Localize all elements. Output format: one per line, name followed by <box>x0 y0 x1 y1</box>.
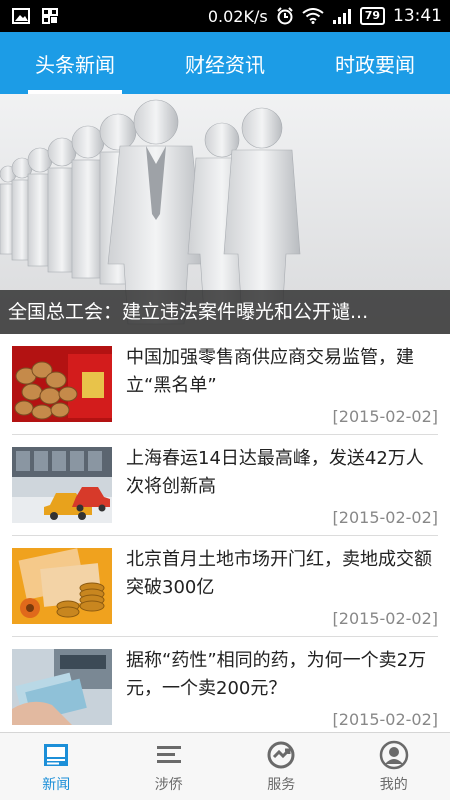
news-title: 上海春运14日达最高峰，发送42万人次将创新高 <box>126 448 424 497</box>
news-date: [2015-02-02] <box>332 609 438 628</box>
nav-service-label: 服务 <box>267 776 296 793</box>
image-icon <box>12 8 30 24</box>
news-date: [2015-02-02] <box>332 407 438 426</box>
tab-politics[interactable]: 时政要闻 <box>300 32 450 94</box>
list-icon <box>154 740 184 770</box>
nav-overseas-label: 涉侨 <box>154 776 183 793</box>
news-thumbnail-nuts <box>12 346 112 422</box>
news-item[interactable]: 据称“药性”相同的药，为何一个卖2万元，一个卖200元？ [2015-02-02… <box>12 637 438 738</box>
news-title: 据称“药性”相同的药，为何一个卖2万元，一个卖200元？ <box>126 650 427 699</box>
news-thumbnail-money <box>12 649 112 725</box>
status-bar: 0.02K/s 79 13:41 <box>0 0 450 32</box>
news-thumbnail-coins <box>12 548 112 624</box>
news-title: 中国加强零售商供应商交易监管，建立“黑名单” <box>126 347 414 396</box>
clock: 13:41 <box>393 6 442 26</box>
category-tabs: 头条新闻 财经资讯 时政要闻 <box>0 32 450 94</box>
news-title: 北京首月土地市场开门红，卖地成交额突破300亿 <box>126 549 432 598</box>
profile-icon <box>379 740 409 770</box>
service-icon <box>266 740 296 770</box>
hero-caption: 全国总工会：建立违法案件曝光和公开谴... <box>0 290 450 334</box>
nav-profile[interactable]: 我的 <box>338 733 450 800</box>
nav-service[interactable]: 服务 <box>225 733 338 800</box>
tab-finance[interactable]: 财经资讯 <box>150 32 300 94</box>
news-item[interactable]: 北京首月土地市场开门红，卖地成交额突破300亿 [2015-02-02] <box>12 536 438 637</box>
hero-banner[interactable]: 全国总工会：建立违法案件曝光和公开谴... <box>0 94 450 334</box>
news-thumbnail-cars <box>12 447 112 523</box>
news-date: [2015-02-02] <box>332 508 438 527</box>
signal-icon <box>332 8 352 24</box>
nav-news[interactable]: 新闻 <box>0 733 113 800</box>
news-item[interactable]: 中国加强零售商供应商交易监管，建立“黑名单” [2015-02-02] <box>12 334 438 435</box>
news-item[interactable]: 上海春运14日达最高峰，发送42万人次将创新高 [2015-02-02] <box>12 435 438 536</box>
battery-icon: 79 <box>359 7 385 25</box>
wifi-icon <box>302 8 324 24</box>
tab-headlines[interactable]: 头条新闻 <box>0 32 150 94</box>
nav-overseas[interactable]: 涉侨 <box>113 733 226 800</box>
network-speed: 0.02K/s <box>207 6 268 26</box>
news-date: [2015-02-02] <box>332 710 438 729</box>
newspaper-icon <box>41 740 71 770</box>
bottom-navigation: 新闻 涉侨 服务 我的 <box>0 732 450 800</box>
alarm-icon <box>276 7 294 25</box>
news-list: 中国加强零售商供应商交易监管，建立“黑名单” [2015-02-02] 上海春运… <box>0 334 450 738</box>
nav-news-label: 新闻 <box>42 776 71 793</box>
nav-profile-label: 我的 <box>379 776 408 793</box>
grid-icon <box>42 8 58 24</box>
